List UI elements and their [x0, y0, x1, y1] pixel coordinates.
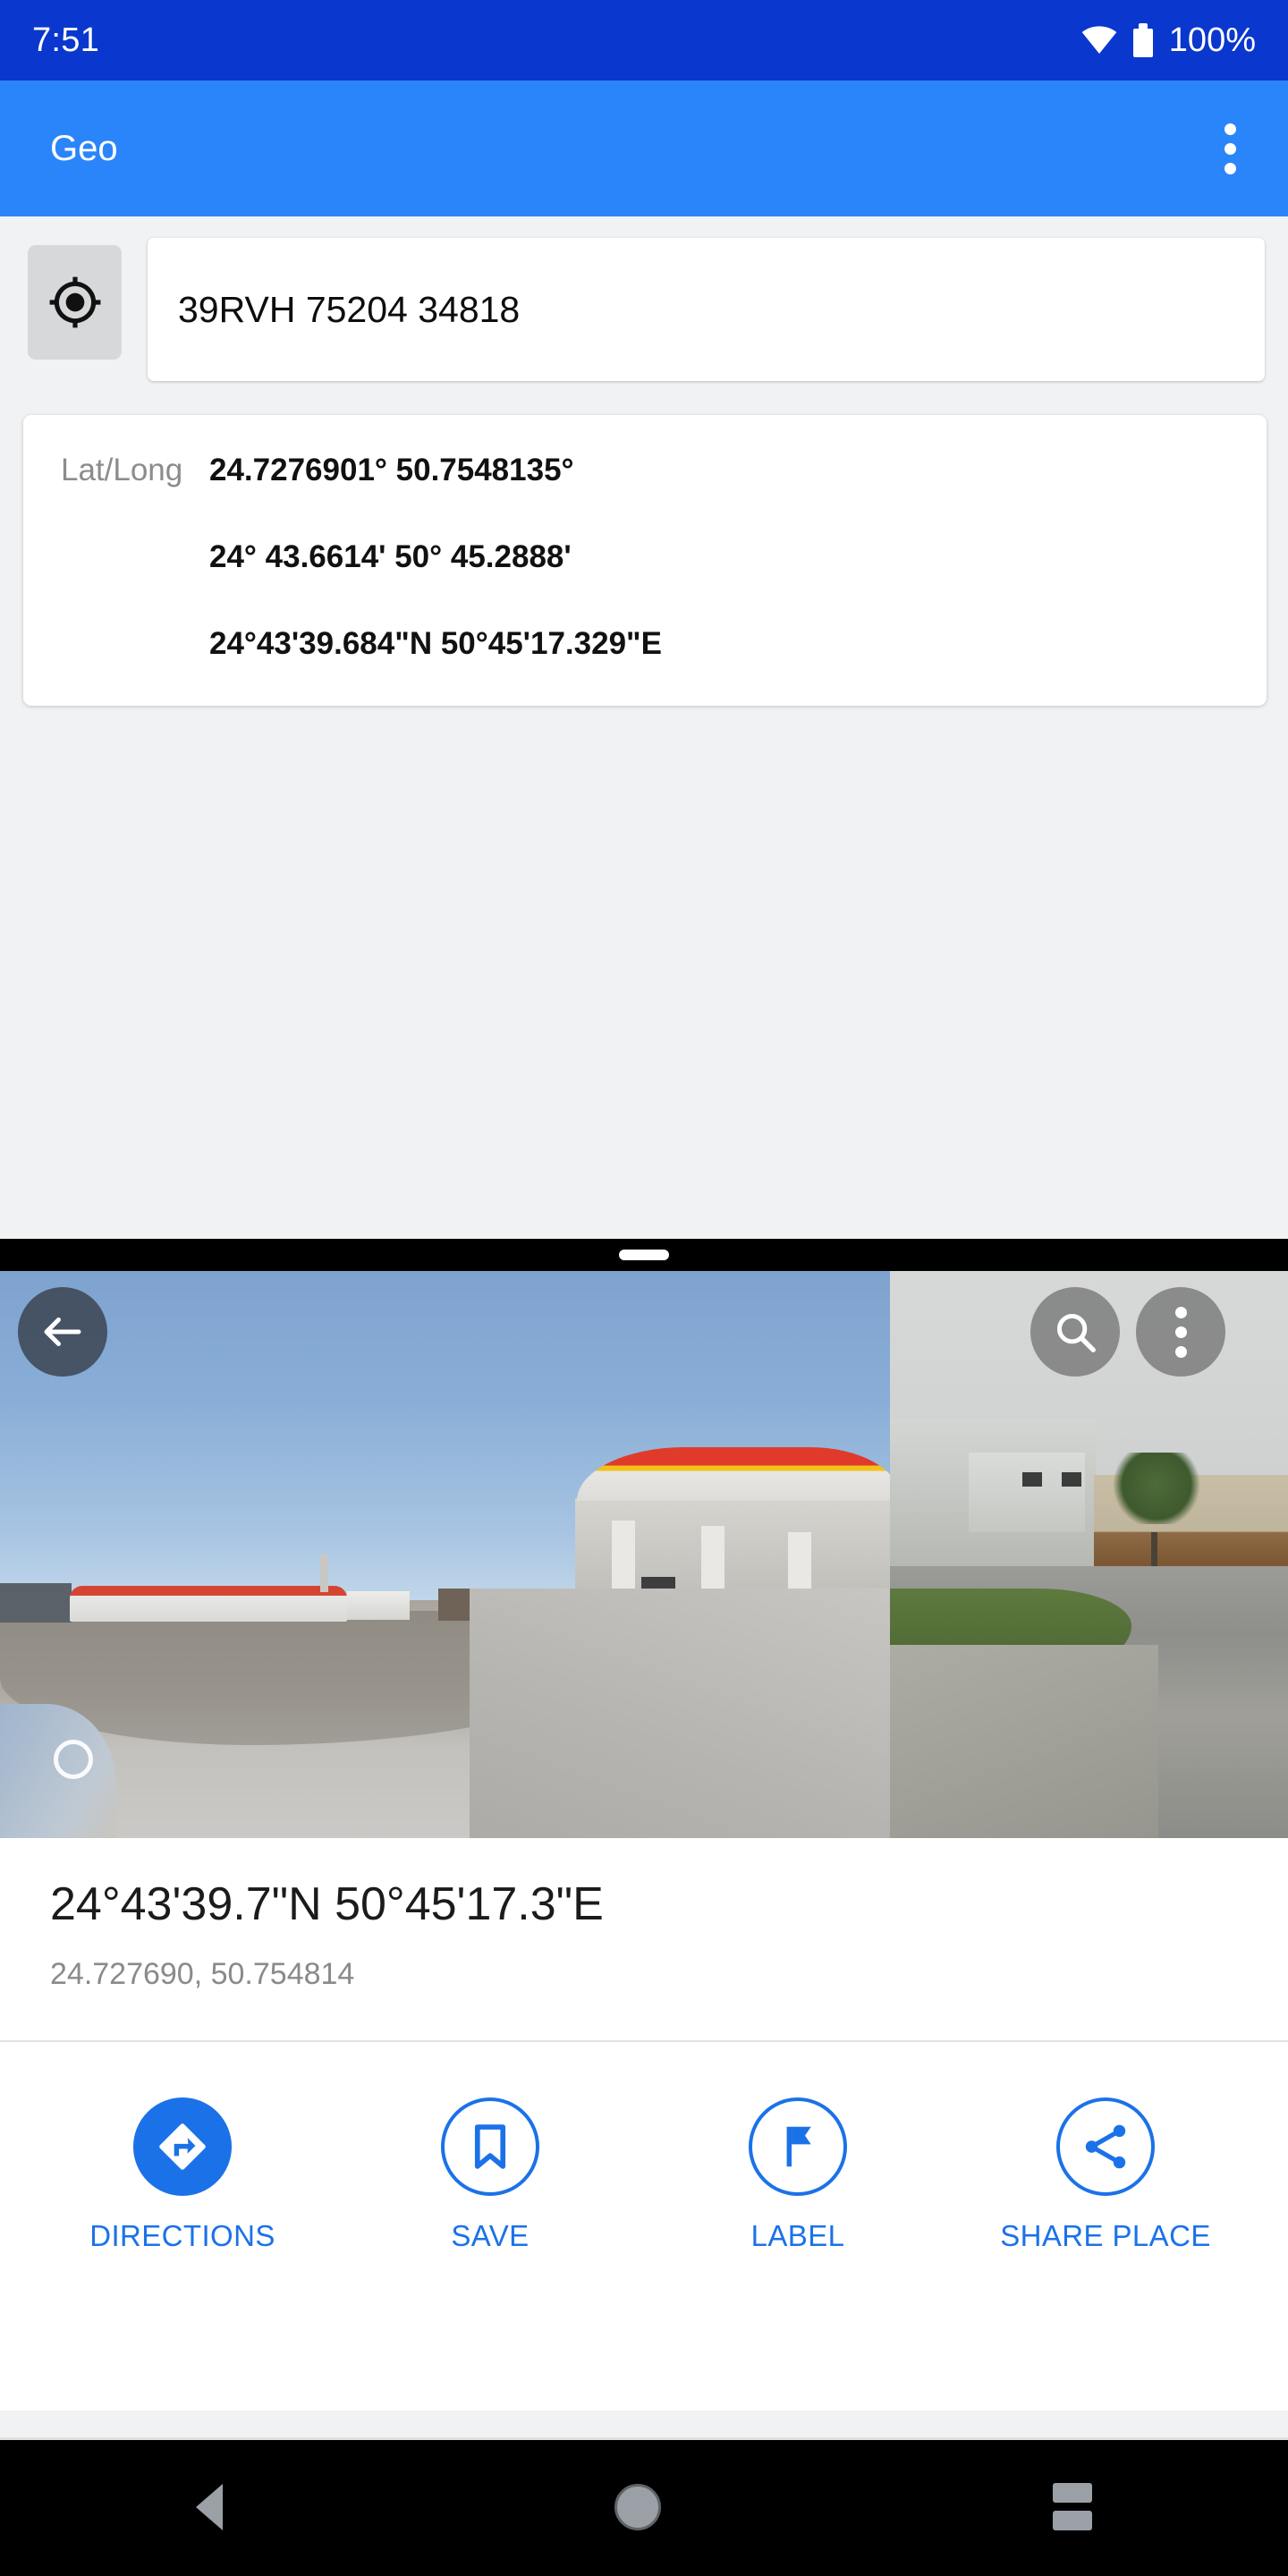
coordinate-value-dm: 24° 43.6614' 50° 45.2888' — [209, 539, 572, 574]
my-location-button[interactable] — [28, 245, 122, 360]
coordinates-card: Lat/Long 24.7276901° 50.7548135° 24° 43.… — [23, 415, 1267, 706]
nav-back-icon — [196, 2483, 223, 2530]
label-button[interactable] — [749, 2097, 847, 2197]
search-icon — [1056, 1313, 1096, 1352]
action-bar: DIRECTIONS SAVE LABEL SHARE PLACE — [0, 2042, 1288, 2254]
place-title: 24°43'39.7"N 50°45'17.3"E — [50, 1878, 604, 1930]
app-bar: Geo — [0, 80, 1288, 216]
coordinate-row-latlong[interactable]: Lat/Long 24.7276901° 50.7548135° 24° 43.… — [23, 453, 1267, 659]
imagery-overflow-button[interactable] — [1136, 1287, 1225, 1377]
coordinate-label: Lat/Long — [61, 453, 183, 487]
nav-home-button[interactable] — [614, 2483, 661, 2530]
place-info: 24°43'39.7"N 50°45'17.3"E 24.727690, 50.… — [0, 1838, 1288, 1993]
more-vert-icon — [1174, 1306, 1187, 1358]
coordinate-value-dms: 24°43'39.684"N 50°45'17.329"E — [209, 626, 662, 661]
battery-full-icon — [1132, 23, 1153, 57]
save-action[interactable]: SAVE — [336, 2097, 644, 2253]
battery-percent: 100% — [1168, 21, 1256, 59]
android-nav-bar — [0, 2437, 1288, 2576]
share-place-button[interactable] — [1056, 2097, 1155, 2197]
status-indicators: 100% — [1081, 21, 1256, 60]
coordinate-value-decimal: 24.7276901° 50.7548135° — [209, 453, 574, 487]
directions-action[interactable]: DIRECTIONS — [29, 2097, 336, 2253]
save-button[interactable] — [441, 2097, 539, 2197]
nav-home-icon — [614, 2483, 661, 2530]
coordinate-search-input[interactable]: 39RVH 75204 34818 — [148, 238, 1265, 381]
arrow-back-icon — [44, 1318, 81, 1346]
status-time: 7:51 — [32, 21, 100, 59]
wifi-icon — [1081, 26, 1117, 54]
flag-icon — [786, 2126, 811, 2167]
nav-recents-button[interactable] — [1053, 2483, 1092, 2530]
more-vert-icon — [1224, 123, 1236, 135]
compass-icon — [54, 1740, 93, 1779]
nav-recents-icon — [1053, 2483, 1092, 2503]
place-bottom-sheet: 24°43'39.7"N 50°45'17.3"E 24.727690, 50.… — [0, 1239, 1288, 2411]
share-icon — [1085, 2124, 1126, 2169]
coordinate-values: 24.7276901° 50.7548135° 24° 43.6614' 50°… — [209, 454, 662, 659]
sheet-drag-handle[interactable] — [0, 1239, 1288, 1271]
label-action[interactable]: LABEL — [644, 2097, 952, 2253]
place-subtitle: 24.727690, 50.754814 — [50, 1957, 355, 1992]
label-label: LABEL — [750, 2219, 845, 2253]
directions-icon — [159, 2123, 206, 2170]
imagery-strip — [0, 1271, 1288, 1838]
nav-back-button[interactable] — [196, 2483, 223, 2530]
street-view-panorama[interactable] — [0, 1271, 890, 1838]
search-button[interactable] — [1030, 1287, 1120, 1377]
directions-button[interactable] — [133, 2097, 232, 2197]
status-bar: 7:51 100% — [0, 0, 1288, 80]
share-place-action[interactable]: SHARE PLACE — [952, 2097, 1259, 2253]
bookmark-icon — [474, 2124, 506, 2169]
my-location-icon — [49, 276, 100, 328]
back-button[interactable] — [18, 1287, 107, 1377]
save-label: SAVE — [451, 2219, 530, 2253]
directions-label: DIRECTIONS — [89, 2219, 275, 2253]
overflow-menu-button[interactable] — [1207, 111, 1254, 187]
page-title: Geo — [50, 128, 118, 168]
search-row: 39RVH 75204 34818 — [0, 216, 1288, 381]
search-input-value: 39RVH 75204 34818 — [178, 288, 521, 330]
share-place-label: SHARE PLACE — [1000, 2219, 1211, 2253]
